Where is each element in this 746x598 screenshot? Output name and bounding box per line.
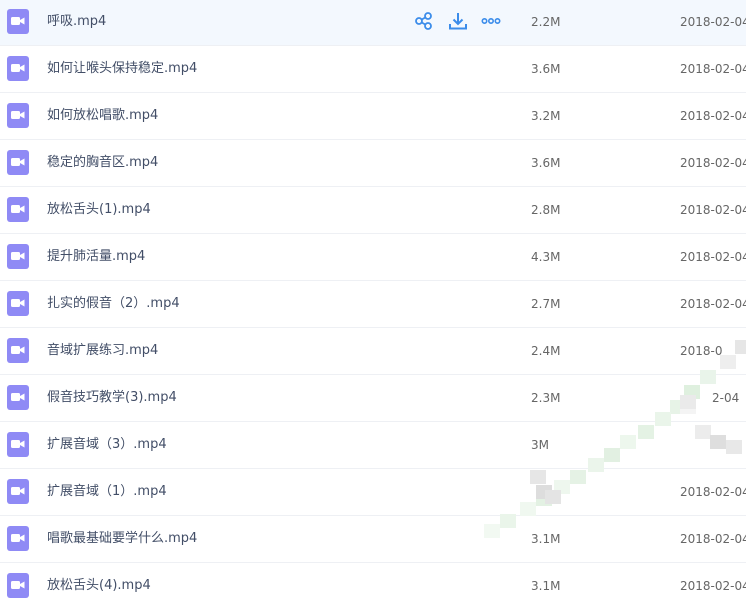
video-file-icon — [7, 56, 29, 81]
file-name[interactable]: 如何让喉头保持稳定.mp4 — [47, 61, 197, 77]
video-file-icon — [7, 479, 29, 504]
file-size: 3.6M — [531, 156, 561, 170]
file-name[interactable]: 提升肺活量.mp4 — [47, 249, 145, 265]
file-date: 2-04 — [712, 391, 740, 405]
video-file-icon — [7, 385, 29, 410]
file-size: 2.7M — [531, 297, 561, 311]
file-row[interactable]: 如何让喉头保持稳定.mp4 3.6M 2018-02-04 — [0, 46, 746, 93]
file-row[interactable]: 扩展音域（3）.mp4 3M 2-04 — [0, 422, 746, 469]
file-row[interactable]: 假音技巧教学(3).mp4 2.3M 2-04 — [0, 375, 746, 422]
file-date: 2-04 — [712, 438, 740, 452]
file-size: 2.2M — [531, 15, 561, 29]
file-date: 2018-0 — [680, 344, 723, 358]
file-name[interactable]: 音域扩展练习.mp4 — [47, 343, 158, 359]
video-file-icon — [7, 573, 29, 598]
file-size: 3.1M — [531, 532, 561, 546]
file-date: 2018-02-04 — [680, 156, 746, 170]
file-row[interactable]: 呼吸.mp4 2.2M 2018-02-04 — [0, 0, 746, 46]
video-file-icon — [7, 291, 29, 316]
file-row[interactable]: 扎实的假音（2）.mp4 2.7M 2018-02-04 — [0, 281, 746, 328]
file-row[interactable]: 稳定的胸音区.mp4 3.6M 2018-02-04 — [0, 140, 746, 187]
file-date: 2018-02-04 — [680, 579, 746, 593]
file-row[interactable]: 放松舌头(1).mp4 2.8M 2018-02-04 — [0, 187, 746, 234]
file-name[interactable]: 呼吸.mp4 — [47, 14, 106, 30]
file-date: 2018-02-04 — [680, 62, 746, 76]
file-row[interactable]: 放松舌头(4).mp4 3.1M 2018-02-04 — [0, 563, 746, 598]
file-date: 2018-02-04 — [680, 109, 746, 123]
file-date: 2018-02-04 — [680, 250, 746, 264]
file-row[interactable]: 如何放松唱歌.mp4 3.2M 2018-02-04 — [0, 93, 746, 140]
video-file-icon — [7, 197, 29, 222]
file-name[interactable]: 扩展音域（1）.mp4 — [47, 484, 167, 500]
file-size: 3M — [531, 438, 549, 452]
file-name[interactable]: 唱歌最基础要学什么.mp4 — [47, 531, 197, 547]
share-icon[interactable] — [414, 11, 434, 31]
video-file-icon — [7, 150, 29, 175]
file-size: 3.2M — [531, 109, 561, 123]
file-date: 2018-02-04 — [680, 15, 746, 29]
file-size: 2.4M — [531, 344, 561, 358]
file-name[interactable]: 扩展音域（3）.mp4 — [47, 437, 167, 453]
file-date: 2018-02-04 — [680, 297, 746, 311]
file-size: 3.1M — [531, 579, 561, 593]
video-file-icon — [7, 432, 29, 457]
file-name[interactable]: 如何放松唱歌.mp4 — [47, 108, 158, 124]
file-row[interactable]: 提升肺活量.mp4 4.3M 2018-02-04 — [0, 234, 746, 281]
file-date: 2018-02-04 — [680, 532, 746, 546]
file-name[interactable]: 放松舌头(1).mp4 — [47, 202, 151, 218]
file-row[interactable]: 扩展音域（1）.mp4 2018-02-04 — [0, 469, 746, 516]
file-name[interactable]: 扎实的假音（2）.mp4 — [47, 296, 180, 312]
video-file-icon — [7, 526, 29, 551]
download-icon[interactable] — [448, 11, 468, 31]
file-row[interactable]: 唱歌最基础要学什么.mp4 3.1M 2018-02-04 — [0, 516, 746, 563]
file-name[interactable]: 放松舌头(4).mp4 — [47, 578, 151, 594]
file-size: 3.6M — [531, 62, 561, 76]
file-size: 2.3M — [531, 391, 561, 405]
file-size: 4.3M — [531, 250, 561, 264]
file-list: 呼吸.mp4 2.2M 2018-02-04 如何让喉头保持稳定.mp4 3.6M 201… — [0, 0, 746, 598]
more-icon[interactable] — [481, 11, 501, 31]
file-row[interactable]: 音域扩展练习.mp4 2.4M 2018-0 — [0, 328, 746, 375]
video-file-icon — [7, 9, 29, 34]
video-file-icon — [7, 244, 29, 269]
video-file-icon — [7, 338, 29, 363]
file-name[interactable]: 假音技巧教学(3).mp4 — [47, 390, 177, 406]
file-name[interactable]: 稳定的胸音区.mp4 — [47, 155, 158, 171]
file-size: 2.8M — [531, 203, 561, 217]
video-file-icon — [7, 103, 29, 128]
file-date: 2018-02-04 — [680, 203, 746, 217]
file-date: 2018-02-04 — [680, 485, 746, 499]
